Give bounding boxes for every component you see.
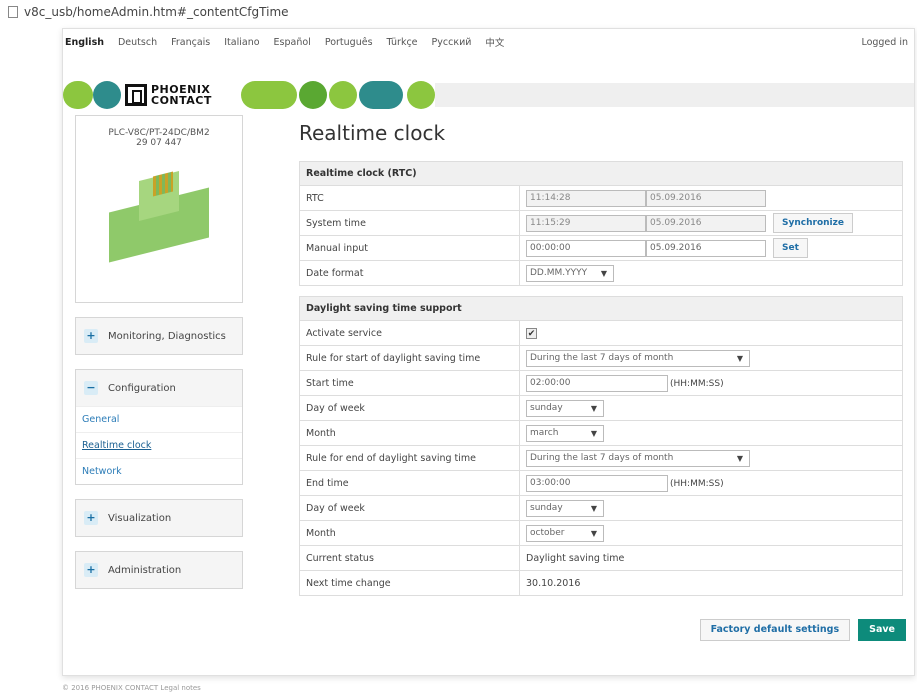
expand-icon[interactable]: +	[84, 563, 98, 577]
date-format-select[interactable]: DD.MM.YYYY ▼	[526, 264, 614, 282]
page-icon	[8, 6, 18, 18]
banner-pill	[241, 81, 297, 109]
next-change-value: 30.10.2016	[519, 570, 903, 596]
end-rule-label: Rule for end of daylight saving time	[299, 445, 520, 471]
end-time-input[interactable]: 03:00:00	[526, 474, 668, 492]
set-button[interactable]: Set	[773, 238, 808, 258]
manual-date-input[interactable]: 05.09.2016	[646, 239, 766, 257]
sidebar: PLC-V8C/PT-24DC/BM2 29 07 447 + Monitorin…	[75, 115, 243, 589]
dst-heading: Daylight saving time support	[299, 296, 903, 321]
nav-monitoring-label: Monitoring, Diagnostics	[108, 330, 226, 342]
dst-table: Daylight saving time support Activate se…	[299, 296, 903, 596]
lang-turkce[interactable]: Türkçe	[387, 37, 418, 48]
end-month-label: Month	[299, 520, 520, 546]
nav-item-network[interactable]: Network	[76, 458, 242, 484]
start-rule-label: Rule for start of daylight saving time	[299, 345, 520, 371]
nav-visualization-label: Visualization	[108, 512, 172, 524]
address-bar[interactable]: v8c_usb/homeAdmin.htm#_contentCfgTime	[0, 0, 917, 24]
expand-icon[interactable]: +	[84, 511, 98, 525]
device-image	[99, 170, 219, 266]
end-month-select[interactable]: october ▼	[526, 524, 604, 542]
lang-italiano[interactable]: Italiano	[224, 37, 259, 48]
start-dow-select[interactable]: sunday ▼	[526, 399, 604, 417]
device-number: 29 07 447	[136, 138, 182, 148]
save-button[interactable]: Save	[858, 619, 906, 641]
start-month-select[interactable]: march ▼	[526, 424, 604, 442]
action-buttons: Factory default settings Save	[696, 619, 906, 641]
page-title: Realtime clock	[299, 121, 446, 145]
language-bar: English Deutsch Français Italiano Españo…	[63, 29, 914, 55]
end-dow-select[interactable]: sunday ▼	[526, 499, 604, 517]
url-text: v8c_usb/homeAdmin.htm#_contentCfgTime	[24, 5, 289, 19]
device-model: PLC-V8C/PT-24DC/BM2	[108, 128, 210, 138]
nav-monitoring[interactable]: + Monitoring, Diagnostics	[75, 317, 243, 355]
start-time-hint: (HH:MM:SS)	[670, 378, 724, 389]
next-change-label: Next time change	[299, 570, 520, 596]
device-info: PLC-V8C/PT-24DC/BM2 29 07 447	[75, 115, 243, 303]
nav-visualization[interactable]: + Visualization	[75, 499, 243, 537]
factory-default-button[interactable]: Factory default settings	[699, 619, 851, 641]
manual-time-input[interactable]: 00:00:00	[526, 239, 646, 257]
system-time-field: 11:15:29	[526, 214, 646, 232]
manual-input-label: Manual input	[299, 235, 520, 261]
expand-icon[interactable]: +	[84, 329, 98, 343]
lang-english[interactable]: English	[65, 37, 104, 48]
lang-espanol[interactable]: Español	[274, 37, 311, 48]
end-dow-label: Day of week	[299, 495, 520, 521]
current-status-label: Current status	[299, 545, 520, 571]
nav-item-general[interactable]: General	[76, 406, 242, 432]
nav-administration-label: Administration	[108, 564, 182, 576]
banner-circle	[93, 81, 121, 109]
activate-service-checkbox[interactable]: ✔	[526, 327, 537, 339]
lang-chinese[interactable]: 中文	[485, 35, 504, 49]
start-time-label: Start time	[299, 370, 520, 396]
lang-francais[interactable]: Français	[171, 37, 210, 48]
lang-portugues[interactable]: Português	[325, 37, 373, 48]
main-content: Realtime clock Realtime clock (RTC) RTC …	[299, 121, 907, 606]
rtc-heading: Realtime clock (RTC)	[299, 161, 903, 186]
banner-pill	[359, 81, 403, 109]
start-dow-label: Day of week	[299, 395, 520, 421]
logo-mark-icon	[125, 84, 147, 106]
system-time-label: System time	[299, 210, 520, 236]
end-time-hint: (HH:MM:SS)	[670, 478, 724, 489]
banner-pill	[63, 81, 93, 109]
start-time-input[interactable]: 02:00:00	[526, 374, 668, 392]
browser-content: English Deutsch Français Italiano Españo…	[62, 28, 915, 676]
nav-configuration[interactable]: − Configuration General Realtime clock Ne…	[75, 369, 243, 485]
logged-in-status: Logged in	[861, 37, 908, 48]
nav-administration[interactable]: + Administration	[75, 551, 243, 589]
banner-circle	[329, 81, 357, 109]
rtc-date-field: 05.09.2016	[646, 189, 766, 207]
nav-configuration-label: Configuration	[108, 382, 176, 394]
banner-circle	[299, 81, 327, 109]
start-rule-select[interactable]: During the last 7 days of month ▼	[526, 349, 750, 367]
date-format-label: Date format	[299, 260, 520, 286]
rtc-label: RTC	[299, 185, 520, 211]
lang-russian[interactable]: Русский	[432, 37, 472, 48]
synchronize-button[interactable]: Synchronize	[773, 213, 853, 233]
end-rule-select[interactable]: During the last 7 days of month ▼	[526, 449, 750, 467]
end-time-label: End time	[299, 470, 520, 496]
banner-grey-bar	[435, 83, 914, 107]
rtc-table: Realtime clock (RTC) RTC 11:14:28 05.09.2…	[299, 161, 903, 286]
start-month-label: Month	[299, 420, 520, 446]
rtc-time-field: 11:14:28	[526, 189, 646, 207]
lang-deutsch[interactable]: Deutsch	[118, 37, 157, 48]
footer: © 2016 PHOENIX CONTACT Legal notes	[62, 684, 201, 692]
current-status-value: Daylight saving time	[519, 545, 903, 571]
collapse-icon[interactable]: −	[84, 381, 98, 395]
system-date-field: 05.09.2016	[646, 214, 766, 232]
brand-banner: PHOENIX CONTACT	[63, 77, 914, 113]
nav-item-realtime-clock[interactable]: Realtime clock	[76, 432, 242, 458]
banner-circle	[407, 81, 435, 109]
activate-service-label: Activate service	[299, 320, 520, 346]
logo-text: PHOENIX CONTACT	[151, 83, 212, 107]
phoenix-contact-logo: PHOENIX CONTACT	[125, 79, 235, 111]
